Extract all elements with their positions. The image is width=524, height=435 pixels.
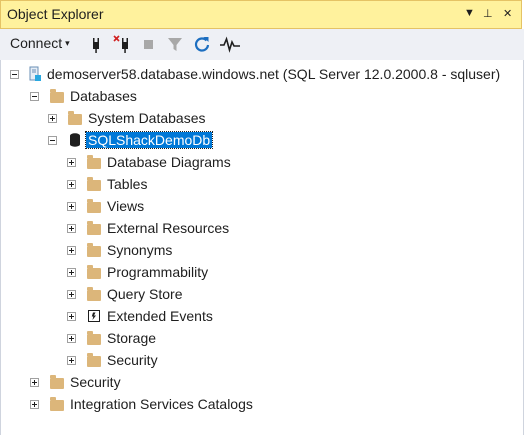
folder-icon <box>49 88 65 104</box>
object-explorer-titlebar: Object Explorer ▼ ⊥ ✕ <box>0 0 522 29</box>
tree-node-label: Extended Events <box>107 308 213 324</box>
collapse-icon[interactable] <box>10 69 19 79</box>
expand-icon[interactable] <box>67 333 76 343</box>
server-icon <box>26 66 42 82</box>
connect-plug-icon[interactable] <box>86 34 106 54</box>
tree-node-label: Programmability <box>107 264 209 280</box>
tree-node-label: Synonyms <box>107 242 173 258</box>
tree-node-system-databases[interactable]: System Databases <box>48 107 206 129</box>
connect-label: Connect <box>10 35 63 51</box>
expand-icon[interactable] <box>48 113 57 123</box>
tree-node-label: Tables <box>107 176 148 192</box>
tree-node-label: Query Store <box>107 286 183 302</box>
expand-icon[interactable] <box>67 289 76 299</box>
tree-node-database-diagrams[interactable]: Database Diagrams <box>67 151 231 173</box>
tree-node-synonyms[interactable]: Synonyms <box>67 239 172 261</box>
tree-node-label: Storage <box>107 330 157 346</box>
activity-monitor-icon[interactable] <box>219 34 240 54</box>
expand-icon[interactable] <box>30 399 39 409</box>
tree-node-programmability[interactable]: Programmability <box>67 261 208 283</box>
folder-icon <box>86 220 102 236</box>
tree-node-label: Views <box>107 198 145 214</box>
folder-icon <box>86 352 102 368</box>
server-label: demoserver58.database.windows.net (SQL S… <box>47 66 501 82</box>
folder-icon <box>86 176 102 192</box>
tree-node-tables[interactable]: Tables <box>67 173 147 195</box>
folder-icon <box>49 374 65 390</box>
tree-node-sqlshackdemodb[interactable]: SQLShackDemoDb <box>48 129 214 151</box>
window-position-dropdown-icon[interactable]: ▼ <box>464 7 475 19</box>
pin-icon[interactable]: ⊥ <box>483 7 493 20</box>
connect-button[interactable]: Connect ▾ <box>10 35 70 51</box>
disconnect-plug-icon[interactable] <box>113 34 133 54</box>
folder-icon <box>86 154 102 170</box>
panel-title: Object Explorer <box>7 6 104 22</box>
folder-icon <box>86 330 102 346</box>
folder-icon <box>86 242 102 258</box>
security-label: Security <box>70 374 121 390</box>
stop-icon[interactable] <box>139 34 159 54</box>
tree-node-label: Security <box>107 352 158 368</box>
collapse-icon[interactable] <box>48 135 57 145</box>
expand-icon[interactable] <box>67 223 76 233</box>
folder-icon <box>86 198 102 214</box>
chevron-down-icon: ▾ <box>65 38 70 48</box>
database-icon <box>67 132 83 148</box>
tree-node-server[interactable]: demoserver58.database.windows.net (SQL S… <box>10 63 500 85</box>
databases-label: Databases <box>70 88 137 104</box>
tree-node-db-security[interactable]: Security <box>67 349 158 371</box>
selected-database-label: SQLShackDemoDb <box>84 131 214 149</box>
tree-node-security[interactable]: Security <box>30 371 121 393</box>
close-icon[interactable]: ✕ <box>503 7 512 20</box>
object-explorer-tree[interactable]: demoserver58.database.windows.net (SQL S… <box>0 60 524 435</box>
tree-node-query-store[interactable]: Query Store <box>67 283 182 305</box>
folder-icon <box>86 264 102 280</box>
tree-node-external-resources[interactable]: External Resources <box>67 217 229 239</box>
collapse-icon[interactable] <box>30 91 39 101</box>
expand-icon[interactable] <box>67 245 76 255</box>
extended-events-icon <box>86 308 102 324</box>
tree-node-label: External Resources <box>107 220 230 236</box>
integration-services-label: Integration Services Catalogs <box>70 396 253 412</box>
expand-icon[interactable] <box>67 355 76 365</box>
folder-icon <box>86 286 102 302</box>
filter-icon[interactable] <box>165 34 185 54</box>
expand-icon[interactable] <box>67 311 76 321</box>
tree-node-extended-events[interactable]: Extended Events <box>67 305 213 327</box>
tree-node-storage[interactable]: Storage <box>67 327 156 349</box>
expand-icon[interactable] <box>67 201 76 211</box>
system-databases-label: System Databases <box>88 110 206 126</box>
expand-icon[interactable] <box>67 179 76 189</box>
expand-icon[interactable] <box>30 377 39 387</box>
toolbar: Connect ▾ <box>0 29 524 60</box>
expand-icon[interactable] <box>67 157 76 167</box>
folder-icon <box>67 110 83 126</box>
expand-icon[interactable] <box>67 267 76 277</box>
folder-icon <box>49 396 65 412</box>
tree-node-label: Database Diagrams <box>107 154 231 170</box>
tree-node-databases[interactable]: Databases <box>30 85 137 107</box>
tree-node-integration-services-catalogs[interactable]: Integration Services Catalogs <box>30 393 253 415</box>
refresh-icon[interactable] <box>192 34 212 54</box>
tree-node-views[interactable]: Views <box>67 195 144 217</box>
